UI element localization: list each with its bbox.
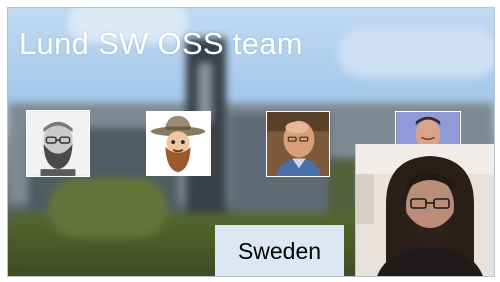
country-label: Sweden (215, 225, 344, 276)
member-3-photo (266, 111, 330, 177)
member-2-avatar (146, 111, 211, 176)
slide-title: Lund SW OSS team (19, 26, 303, 61)
self-video-feed[interactable] (355, 144, 494, 276)
bald-man-icon (267, 112, 329, 176)
bearded-glasses-man-icon (27, 111, 89, 176)
member-4-photo (395, 111, 461, 145)
webcam-person-icon (356, 144, 494, 276)
smiling-man-icon (396, 112, 460, 144)
cartoon-cowboy-hat-icon (147, 112, 210, 175)
slide-frame: Lund SW OSS team Sweden (7, 7, 495, 277)
member-1-photo (26, 110, 90, 177)
